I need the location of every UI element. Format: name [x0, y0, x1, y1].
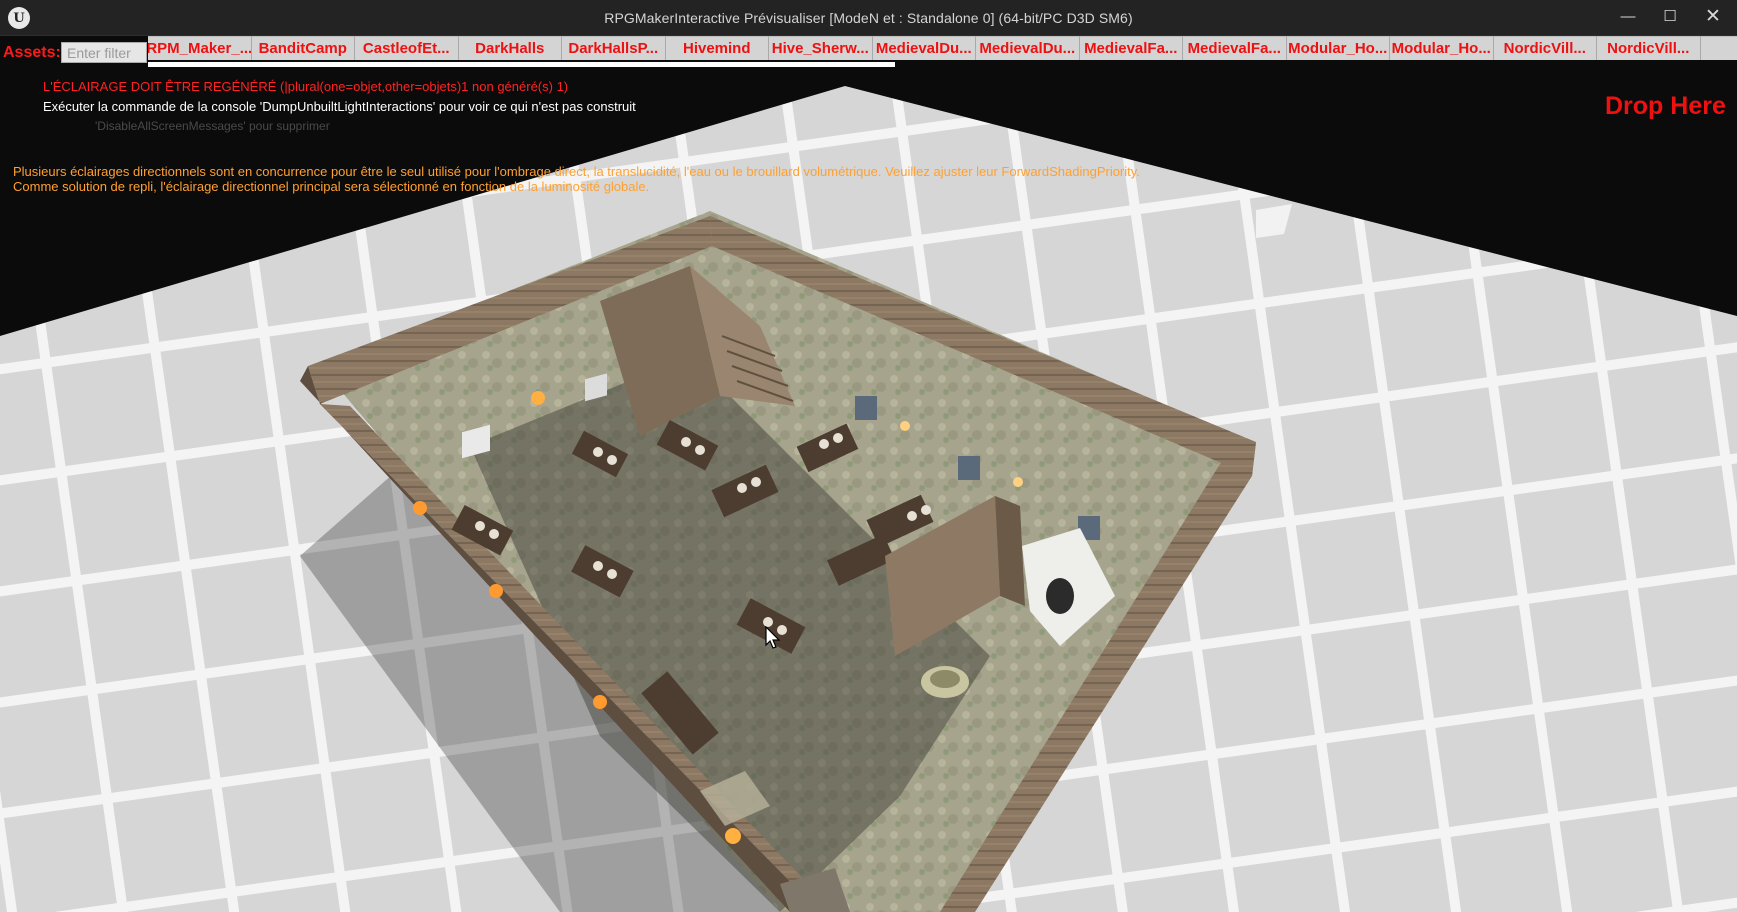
asset-tab[interactable]: MedievalDu...	[976, 36, 1080, 60]
asset-tab[interactable]: Hivemind	[665, 36, 769, 60]
asset-load-progress-bar	[148, 62, 895, 67]
asset-tab[interactable]: Modular_Ho...	[1286, 36, 1390, 60]
asset-tab[interactable]: MedievalFa...	[1079, 36, 1183, 60]
asset-tab[interactable]: DarkHallsP...	[562, 36, 666, 60]
asset-tab[interactable]: DarkHalls	[458, 36, 562, 60]
asset-tab-strip: RPM_Maker_... BanditCamp CastleofEt... D…	[148, 36, 1737, 60]
asset-tab[interactable]: CastleofEt...	[355, 36, 459, 60]
console-command-hint: Exécuter la commande de la console 'Dump…	[43, 99, 636, 114]
drop-zone-label[interactable]: Drop Here	[1605, 92, 1726, 121]
asset-tab[interactable]: NordicVill...	[1493, 36, 1597, 60]
lighting-rebuild-error: L'ÉCLAIRAGE DOIT ÊTRE REGÉNÉRÉ (|plural(…	[43, 79, 569, 94]
disable-messages-hint: 'DisableAllScreenMessages' pour supprime…	[95, 119, 330, 133]
asset-tab[interactable]: NordicVill...	[1597, 36, 1701, 60]
game-viewport[interactable]: Assets: RPM_Maker_... BanditCamp Castleo…	[0, 36, 1737, 912]
window-title-bar: U RPGMakerInteractive Prévisualiser [Mod…	[0, 0, 1737, 36]
window-title: RPGMakerInteractive Prévisualiser [ModeN…	[604, 10, 1133, 26]
asset-tab[interactable]: Modular_Ho...	[1390, 36, 1494, 60]
minimize-button[interactable]: —	[1607, 0, 1649, 32]
assets-label: Assets:	[3, 44, 61, 61]
directional-light-warning: Plusieurs éclairages directionnels sont …	[13, 164, 1140, 179]
asset-tab[interactable]: BanditCamp	[251, 36, 355, 60]
directional-light-fallback: Comme solution de repli, l'éclairage dir…	[13, 179, 650, 194]
maximize-button[interactable]: ☐	[1649, 0, 1691, 32]
mouse-cursor-icon	[765, 626, 781, 649]
close-button[interactable]: ✕	[1692, 0, 1734, 32]
asset-tab[interactable]: MedievalFa...	[1183, 36, 1287, 60]
asset-filter-input[interactable]	[61, 42, 147, 63]
asset-tab[interactable]: Hive_Sherw...	[769, 36, 873, 60]
asset-tab[interactable]: Sc	[1700, 36, 1737, 60]
asset-tab[interactable]: RPM_Maker_...	[148, 36, 252, 60]
asset-tab[interactable]: MedievalDu...	[872, 36, 976, 60]
